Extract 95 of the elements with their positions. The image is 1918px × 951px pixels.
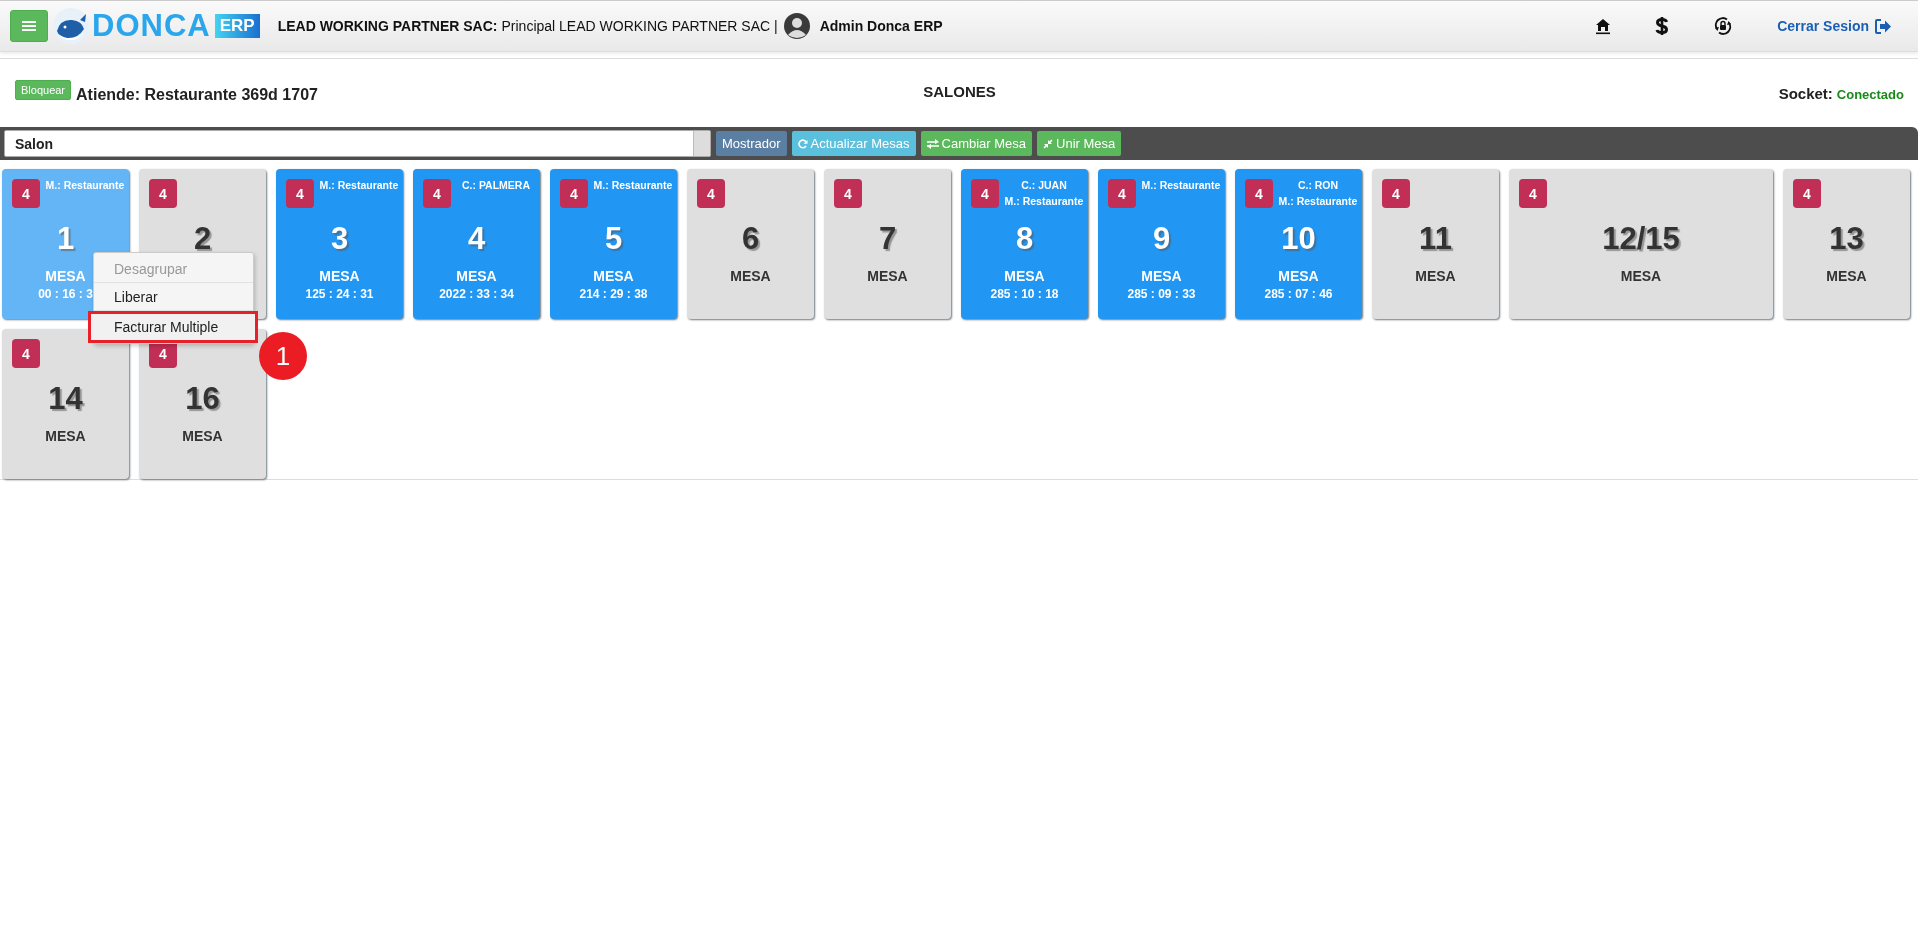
table-number: 12/15 <box>1602 221 1680 257</box>
table-number: 10 <box>1281 221 1316 257</box>
elapsed-time: 125 : 24 : 31 <box>305 287 374 301</box>
attendant-text: Atiende: Restaurante 369d 1707 <box>76 86 318 104</box>
user-name: Admin Donca ERP <box>819 18 943 34</box>
table-label: MESA <box>730 268 771 284</box>
seats-badge: 4 <box>560 179 588 208</box>
table-number: 16 <box>185 381 220 417</box>
table-card[interactable]: 4 M.: Restaurante 5 MESA 214 : 29 : 38 <box>550 169 677 319</box>
table-note: M.: Restaurante <box>319 178 399 193</box>
seats-badge: 4 <box>1519 179 1547 208</box>
table-card[interactable]: 4 C.: PALMERA 4 MESA 2022 : 33 : 34 <box>413 169 540 319</box>
table-number: 5 <box>604 221 623 257</box>
logout-link[interactable]: Cerrar Sesion <box>1777 18 1892 34</box>
elapsed-time: 285 : 09 : 33 <box>1127 287 1196 301</box>
table-label: MESA <box>456 268 497 284</box>
table-note: M.: Restaurante <box>1141 178 1221 193</box>
table-label: MESA <box>1415 268 1456 284</box>
table-label: MESA <box>182 428 223 444</box>
table-number: 14 <box>48 381 83 417</box>
seats-badge: 4 <box>1245 179 1273 208</box>
elapsed-time: 2022 : 33 : 34 <box>439 287 514 301</box>
exchange-icon <box>926 138 939 149</box>
whale-logo-icon <box>52 7 90 45</box>
table-number: 4 <box>467 221 486 257</box>
refresh-icon <box>797 138 808 149</box>
table-number: 3 <box>330 221 349 257</box>
table-number: 6 <box>741 221 760 257</box>
table-label: MESA <box>1278 268 1319 284</box>
seats-badge: 4 <box>1793 179 1821 208</box>
company-detail: Principal LEAD WORKING PARTNER SAC | <box>501 18 778 34</box>
table-number: 7 <box>878 221 897 257</box>
table-note: C.: JUAN <box>1021 178 1067 193</box>
toolbar-button[interactable]: Mostrador <box>716 131 787 156</box>
table-card[interactable]: 4 11 MESA <box>1372 169 1499 319</box>
table-label: MESA <box>1004 268 1045 284</box>
lock-refresh-icon[interactable] <box>1713 16 1734 36</box>
table-note: M.: Restaurante <box>593 178 673 193</box>
table-note: M.: Restaurante <box>45 178 125 193</box>
table-label: MESA <box>45 428 86 444</box>
table-number: 11 <box>1419 221 1452 257</box>
table-card[interactable]: 4 M.: Restaurante 3 MESA 125 : 24 : 31 <box>276 169 403 319</box>
logo-badge: ERP <box>214 14 260 38</box>
seats-badge: 4 <box>423 179 451 208</box>
table-card[interactable]: 4 6 MESA <box>687 169 814 319</box>
table-label: MESA <box>45 268 86 284</box>
socket-status: Conectado <box>1836 86 1904 102</box>
menu-button[interactable] <box>10 10 48 42</box>
table-card[interactable]: 4 12/15 MESA <box>1509 169 1773 319</box>
step-number-badge: 1 <box>259 332 307 380</box>
seats-badge: 4 <box>286 179 314 208</box>
table-label: MESA <box>593 268 634 284</box>
sign-out-icon <box>1875 18 1892 34</box>
table-label: MESA <box>1620 268 1662 284</box>
table-card[interactable]: 4 C.: RON M.: Restaurante 10 MESA 285 : 07 : 46 <box>1235 169 1362 319</box>
elapsed-time: 00 : 16 : 3 <box>38 287 93 301</box>
table-note: M.: Restaurante <box>1004 194 1084 209</box>
home-icon[interactable] <box>1595 17 1612 35</box>
table-label: MESA <box>1826 268 1867 284</box>
table-number: 8 <box>1015 221 1034 257</box>
company-label: LEAD WORKING PARTNER SAC: <box>277 18 498 34</box>
seats-badge: 4 <box>834 179 862 208</box>
seats-badge: 4 <box>697 179 725 208</box>
seats-badge: 4 <box>149 179 177 208</box>
seats-badge: 4 <box>1108 179 1136 208</box>
socket-label: Socket: <box>1778 84 1833 102</box>
table-card[interactable]: 4 C.: JUAN M.: Restaurante 8 MESA 285 : 10 : 18 <box>961 169 1088 319</box>
page-title: SALONES <box>923 82 996 100</box>
seats-badge: 4 <box>1382 179 1410 208</box>
seats-badge: 4 <box>12 179 40 208</box>
menu-item[interactable]: Facturar Multiple <box>90 313 256 341</box>
table-label: MESA <box>1141 268 1182 284</box>
salon-select[interactable]: Salon <box>4 130 711 157</box>
logo-text: DONCA <box>92 8 211 44</box>
seats-badge: 4 <box>971 179 999 208</box>
menu-icon <box>22 20 36 32</box>
seats-badge: 4 <box>12 339 40 368</box>
table-label: MESA <box>867 268 908 284</box>
table-number: 13 <box>1829 221 1864 257</box>
table-label: MESA <box>319 268 360 284</box>
table-card[interactable]: 4 M.: Restaurante 9 MESA 285 : 09 : 33 <box>1098 169 1225 319</box>
table-number: 2 <box>193 221 212 257</box>
dollar-icon[interactable] <box>1655 16 1670 36</box>
elapsed-time: 285 : 07 : 46 <box>1264 287 1333 301</box>
table-card[interactable]: 4 7 MESA <box>824 169 951 319</box>
elapsed-time: 285 : 10 : 18 <box>990 287 1059 301</box>
table-card[interactable]: 4 13 MESA <box>1783 169 1910 319</box>
table-note: M.: Restaurante <box>1278 194 1358 209</box>
compress-icon <box>1043 138 1054 149</box>
table-number: 9 <box>1152 221 1171 257</box>
table-number: 1 <box>56 221 75 257</box>
table-note: C.: RON <box>1297 178 1339 193</box>
table-note: C.: PALMERA <box>461 178 531 193</box>
elapsed-time: 214 : 29 : 38 <box>579 287 648 301</box>
avatar-icon <box>783 13 810 39</box>
